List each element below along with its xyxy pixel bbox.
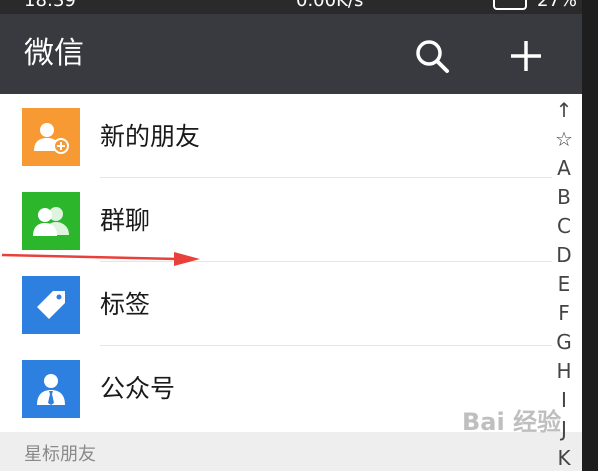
- index-item[interactable]: ☆: [555, 125, 573, 154]
- battery-icon: [493, 0, 527, 10]
- watermark-text: Bai 经验: [462, 408, 562, 436]
- menu-item-label: 新的朋友: [100, 122, 201, 151]
- index-item[interactable]: K: [557, 444, 570, 473]
- search-button[interactable]: [412, 36, 452, 76]
- plus-icon: [511, 41, 541, 71]
- group-chat-icon: [22, 192, 80, 250]
- index-item[interactable]: ↑: [556, 96, 573, 125]
- index-item[interactable]: H: [556, 357, 571, 386]
- status-network-speed: 0.00K/s: [296, 0, 364, 11]
- index-item[interactable]: F: [558, 299, 570, 328]
- menu-item-label: 公众号: [100, 374, 176, 403]
- page-title: 微信: [24, 36, 84, 71]
- menu-item-label: 群聊: [100, 206, 151, 235]
- contacts-menu: 新的朋友 群聊 标签 公众号: [0, 94, 582, 430]
- status-time: 18:39: [24, 0, 76, 11]
- section-header-label: 星标朋友: [24, 444, 96, 465]
- index-item[interactable]: E: [558, 270, 571, 299]
- app-bar: 微信: [0, 14, 582, 94]
- status-bar: 18:39 0.00K/s 27%: [0, 0, 582, 14]
- menu-item-group-chats[interactable]: 群聊: [0, 178, 582, 262]
- status-battery-percent: 27%: [537, 0, 578, 11]
- index-item[interactable]: G: [556, 328, 572, 357]
- official-account-icon: [22, 360, 80, 418]
- tag-icon: [22, 276, 80, 334]
- menu-item-new-friends[interactable]: 新的朋友: [0, 94, 582, 178]
- index-item[interactable]: B: [557, 183, 571, 212]
- index-item[interactable]: D: [556, 241, 571, 270]
- menu-item-label: 标签: [100, 290, 151, 319]
- add-friend-icon: [22, 108, 80, 166]
- screen-edge: [582, 0, 598, 471]
- watermark: Bai 经验: [462, 402, 580, 448]
- index-item[interactable]: C: [557, 212, 571, 241]
- index-item[interactable]: A: [557, 154, 571, 183]
- add-button[interactable]: [506, 36, 546, 76]
- search-icon: [416, 40, 449, 73]
- menu-item-tags[interactable]: 标签: [0, 262, 582, 346]
